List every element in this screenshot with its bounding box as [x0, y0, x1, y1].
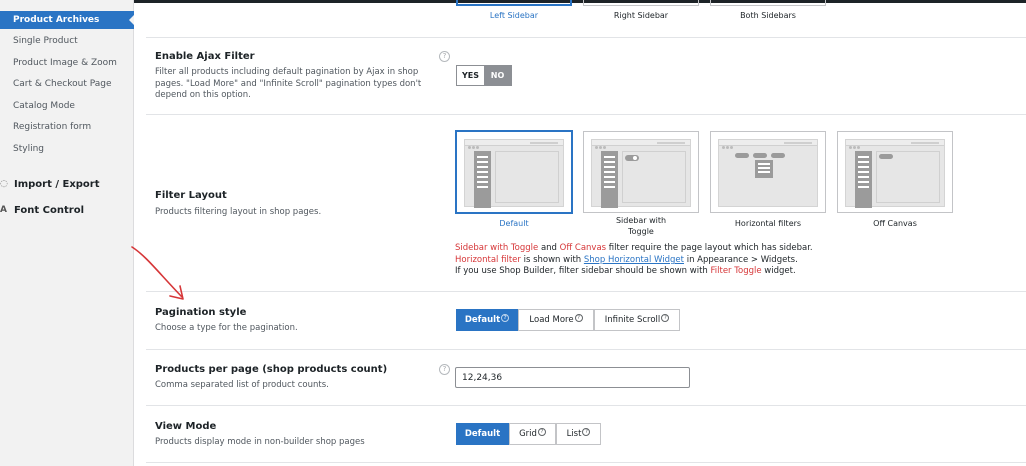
- filter-layout-option-off-canvas[interactable]: [837, 131, 953, 213]
- sidebar-item-import-export[interactable]: Import / Export: [14, 179, 100, 190]
- layout-option-label: Left Sidebar: [489, 11, 539, 20]
- row-divider: [146, 405, 1026, 406]
- row-divider: [146, 349, 1026, 350]
- filter-layout-option-default[interactable]: [456, 131, 572, 213]
- row-divider: [146, 114, 1026, 115]
- products-per-page-label: Products per page (shop products count): [155, 364, 388, 375]
- active-indicator: [129, 15, 134, 25]
- button-label: Grid: [519, 429, 537, 439]
- sidebar-item-label: Product Archives: [13, 15, 100, 25]
- view-mode-list-button[interactable]: List?: [556, 423, 601, 445]
- filter-layout-note-3: If you use Shop Builder, filter sidebar …: [455, 266, 796, 276]
- sidebar-item-catalog-mode[interactable]: Catalog Mode: [13, 101, 75, 111]
- help-icon[interactable]: ?: [439, 364, 450, 375]
- filter-layout-label-horizontal: Horizontal filters: [734, 219, 802, 228]
- filter-layout-option-sidebar-toggle[interactable]: [583, 131, 699, 213]
- layout-option-right-sidebar[interactable]: [583, 0, 699, 6]
- shop-horizontal-widget-link[interactable]: Shop Horizontal Widget: [584, 255, 684, 265]
- font-control-icon: A: [0, 205, 7, 215]
- row-divider: [146, 462, 1026, 463]
- view-mode-description: Products display mode in non-builder sho…: [155, 437, 365, 447]
- sidebar-item-registration-form[interactable]: Registration form: [13, 122, 91, 132]
- sidebar-item-font-control[interactable]: Font Control: [14, 205, 84, 216]
- layout-option-left-sidebar[interactable]: [456, 0, 572, 6]
- filter-layout-label: Filter Layout: [155, 190, 227, 201]
- help-icon[interactable]: ?: [582, 428, 591, 436]
- layout-preview-image: [591, 139, 691, 208]
- settings-sidebar: Product Archives Single Product Product …: [0, 0, 134, 466]
- view-mode-grid-button[interactable]: Grid?: [509, 423, 556, 445]
- help-icon[interactable]: ?: [537, 428, 546, 436]
- button-label: Infinite Scroll: [604, 315, 661, 325]
- filter-layout-label-default: Default: [499, 219, 529, 228]
- sidebar-item-styling[interactable]: Styling: [13, 144, 44, 154]
- filter-layout-label-sidebar-toggle: Sidebar with Toggle: [583, 215, 699, 237]
- pagination-load-more-button[interactable]: Load More?: [518, 309, 594, 331]
- filter-layout-note-2: Horizontal filter is shown with Shop Hor…: [455, 255, 798, 265]
- sidebar-item-cart-checkout[interactable]: Cart & Checkout Page: [13, 79, 112, 89]
- ajax-filter-toggle[interactable]: YES NO: [456, 65, 512, 86]
- button-label: Default: [464, 315, 501, 325]
- help-icon[interactable]: ?: [574, 314, 583, 322]
- filter-layout-label-off-canvas: Off Canvas: [873, 219, 917, 228]
- layout-option-both-sidebars[interactable]: [710, 0, 826, 6]
- button-label: Default: [464, 429, 501, 439]
- layout-preview-image: [718, 139, 818, 207]
- filter-layout-note-1: Sidebar with Toggle and Off Canvas filte…: [455, 243, 813, 253]
- view-mode-default-button[interactable]: Default: [456, 423, 509, 445]
- pagination-default-button[interactable]: Default?: [456, 309, 518, 331]
- row-divider: [146, 291, 1026, 292]
- sidebar-item-single-product[interactable]: Single Product: [13, 36, 78, 46]
- toggle-no[interactable]: NO: [484, 66, 511, 85]
- desc-line: Filter all products including default pa…: [155, 67, 419, 77]
- toggle-yes[interactable]: YES: [457, 66, 484, 85]
- label-line: Toggle: [628, 227, 654, 236]
- ajax-filter-label: Enable Ajax Filter: [155, 51, 255, 62]
- products-per-page-description: Comma separated list of product counts.: [155, 380, 329, 390]
- pagination-style-label: Pagination style: [155, 307, 247, 318]
- label-line: Sidebar with: [615, 216, 667, 225]
- filter-layout-option-horizontal[interactable]: [710, 131, 826, 213]
- button-label: List: [566, 429, 582, 439]
- products-per-page-input[interactable]: [455, 367, 690, 388]
- layout-option-label: Both Sidebars: [740, 11, 796, 20]
- annotation-arrow: [131, 246, 184, 300]
- sidebar-item-product-archives[interactable]: Product Archives: [0, 11, 134, 29]
- import-export-icon: ◌: [0, 179, 8, 189]
- pagination-style-description: Choose a type for the pagination.: [155, 323, 298, 333]
- filter-layout-description: Products filtering layout in shop pages.: [155, 207, 322, 217]
- desc-line: depend on this option.: [155, 90, 251, 100]
- row-divider: [146, 37, 1026, 38]
- layout-preview-image: [845, 139, 945, 208]
- help-icon[interactable]: ?: [501, 314, 510, 322]
- view-mode-label: View Mode: [155, 421, 217, 432]
- sidebar-item-product-image-zoom[interactable]: Product Image & Zoom: [13, 58, 117, 68]
- desc-line: pages. "Load More" and "Infinite Scroll"…: [155, 78, 422, 89]
- help-icon[interactable]: ?: [439, 51, 450, 62]
- layout-option-label: Right Sidebar: [613, 11, 669, 20]
- button-label: Load More: [529, 315, 574, 325]
- layout-preview-image: [464, 139, 564, 208]
- pagination-infinite-scroll-button[interactable]: Infinite Scroll?: [594, 309, 680, 331]
- help-icon[interactable]: ?: [661, 314, 670, 322]
- ajax-filter-description: Filter all products including default pa…: [155, 67, 421, 102]
